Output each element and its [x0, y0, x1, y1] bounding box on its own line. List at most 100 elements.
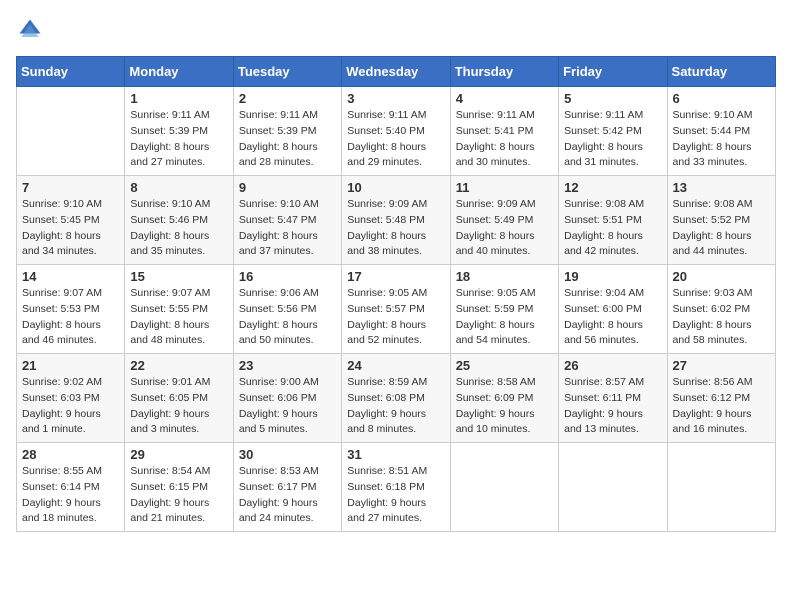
logo: [16, 16, 48, 44]
calendar-cell: 21 Sunrise: 9:02 AM Sunset: 6:03 PM Dayli…: [17, 354, 125, 443]
day-info: Sunrise: 9:04 AM Sunset: 6:00 PM Dayligh…: [564, 286, 661, 349]
day-info: Sunrise: 9:07 AM Sunset: 5:53 PM Dayligh…: [22, 286, 119, 349]
day-number: 19: [564, 269, 661, 284]
calendar-cell: 23 Sunrise: 9:00 AM Sunset: 6:06 PM Dayli…: [233, 354, 341, 443]
day-number: 13: [673, 180, 770, 195]
day-number: 4: [456, 91, 553, 106]
day-number: 5: [564, 91, 661, 106]
page-header: [16, 16, 776, 44]
weekday-monday: Monday: [125, 57, 233, 87]
week-row-1: 7 Sunrise: 9:10 AM Sunset: 5:45 PM Daylig…: [17, 176, 776, 265]
week-row-0: 1 Sunrise: 9:11 AM Sunset: 5:39 PM Daylig…: [17, 87, 776, 176]
weekday-header-row: SundayMondayTuesdayWednesdayThursdayFrid…: [17, 57, 776, 87]
day-number: 30: [239, 447, 336, 462]
calendar-cell: 28 Sunrise: 8:55 AM Sunset: 6:14 PM Dayli…: [17, 443, 125, 532]
day-number: 28: [22, 447, 119, 462]
day-info: Sunrise: 9:10 AM Sunset: 5:45 PM Dayligh…: [22, 197, 119, 260]
day-info: Sunrise: 9:01 AM Sunset: 6:05 PM Dayligh…: [130, 375, 227, 438]
calendar-table: SundayMondayTuesdayWednesdayThursdayFrid…: [16, 56, 776, 532]
calendar-cell: 4 Sunrise: 9:11 AM Sunset: 5:41 PM Daylig…: [450, 87, 558, 176]
day-info: Sunrise: 9:05 AM Sunset: 5:57 PM Dayligh…: [347, 286, 444, 349]
day-number: 7: [22, 180, 119, 195]
calendar-cell: 15Sunrise: 9:07 AM Sunset: 5:55 PM Dayli…: [125, 265, 233, 354]
day-number: 10: [347, 180, 444, 195]
day-number: 1: [130, 91, 227, 106]
logo-icon: [16, 16, 44, 44]
day-number: 23: [239, 358, 336, 373]
calendar-cell: 22Sunrise: 9:01 AM Sunset: 6:05 PM Dayli…: [125, 354, 233, 443]
calendar-cell: [559, 443, 667, 532]
day-info: Sunrise: 9:10 AM Sunset: 5:47 PM Dayligh…: [239, 197, 336, 260]
day-info: Sunrise: 8:51 AM Sunset: 6:18 PM Dayligh…: [347, 464, 444, 527]
day-info: Sunrise: 9:11 AM Sunset: 5:42 PM Dayligh…: [564, 108, 661, 171]
day-number: 6: [673, 91, 770, 106]
day-info: Sunrise: 9:03 AM Sunset: 6:02 PM Dayligh…: [673, 286, 770, 349]
calendar-cell: 27Sunrise: 8:56 AM Sunset: 6:12 PM Dayli…: [667, 354, 775, 443]
day-number: 31: [347, 447, 444, 462]
day-info: Sunrise: 8:54 AM Sunset: 6:15 PM Dayligh…: [130, 464, 227, 527]
calendar-cell: 17 Sunrise: 9:05 AM Sunset: 5:57 PM Dayli…: [342, 265, 450, 354]
day-number: 29: [130, 447, 227, 462]
calendar-cell: 14 Sunrise: 9:07 AM Sunset: 5:53 PM Dayli…: [17, 265, 125, 354]
day-number: 3: [347, 91, 444, 106]
weekday-thursday: Thursday: [450, 57, 558, 87]
day-info: Sunrise: 8:56 AM Sunset: 6:12 PM Dayligh…: [673, 375, 770, 438]
day-info: Sunrise: 9:11 AM Sunset: 5:41 PM Dayligh…: [456, 108, 553, 171]
calendar-cell: 8Sunrise: 9:10 AM Sunset: 5:46 PM Daylig…: [125, 176, 233, 265]
calendar-cell: 2Sunrise: 9:11 AM Sunset: 5:39 PM Daylig…: [233, 87, 341, 176]
day-info: Sunrise: 8:59 AM Sunset: 6:08 PM Dayligh…: [347, 375, 444, 438]
week-row-2: 14 Sunrise: 9:07 AM Sunset: 5:53 PM Dayli…: [17, 265, 776, 354]
weekday-friday: Friday: [559, 57, 667, 87]
calendar-cell: 10 Sunrise: 9:09 AM Sunset: 5:48 PM Dayli…: [342, 176, 450, 265]
calendar-cell: 31 Sunrise: 8:51 AM Sunset: 6:18 PM Dayli…: [342, 443, 450, 532]
day-info: Sunrise: 9:08 AM Sunset: 5:52 PM Dayligh…: [673, 197, 770, 260]
day-info: Sunrise: 9:05 AM Sunset: 5:59 PM Dayligh…: [456, 286, 553, 349]
calendar-cell: 3 Sunrise: 9:11 AM Sunset: 5:40 PM Daylig…: [342, 87, 450, 176]
day-info: Sunrise: 8:58 AM Sunset: 6:09 PM Dayligh…: [456, 375, 553, 438]
calendar-cell: 20 Sunrise: 9:03 AM Sunset: 6:02 PM Dayli…: [667, 265, 775, 354]
day-info: Sunrise: 9:00 AM Sunset: 6:06 PM Dayligh…: [239, 375, 336, 438]
calendar-cell: 30 Sunrise: 8:53 AM Sunset: 6:17 PM Dayli…: [233, 443, 341, 532]
calendar-cell: 19 Sunrise: 9:04 AM Sunset: 6:00 PM Dayli…: [559, 265, 667, 354]
calendar-cell: 11 Sunrise: 9:09 AM Sunset: 5:49 PM Dayli…: [450, 176, 558, 265]
day-number: 17: [347, 269, 444, 284]
day-info: Sunrise: 9:11 AM Sunset: 5:40 PM Dayligh…: [347, 108, 444, 171]
day-info: Sunrise: 8:55 AM Sunset: 6:14 PM Dayligh…: [22, 464, 119, 527]
day-info: Sunrise: 9:09 AM Sunset: 5:49 PM Dayligh…: [456, 197, 553, 260]
day-number: 15: [130, 269, 227, 284]
day-number: 9: [239, 180, 336, 195]
day-info: Sunrise: 8:53 AM Sunset: 6:17 PM Dayligh…: [239, 464, 336, 527]
day-number: 14: [22, 269, 119, 284]
week-row-4: 28 Sunrise: 8:55 AM Sunset: 6:14 PM Dayli…: [17, 443, 776, 532]
day-info: Sunrise: 9:10 AM Sunset: 5:44 PM Dayligh…: [673, 108, 770, 171]
weekday-sunday: Sunday: [17, 57, 125, 87]
day-info: Sunrise: 9:11 AM Sunset: 5:39 PM Dayligh…: [130, 108, 227, 171]
day-number: 20: [673, 269, 770, 284]
calendar-cell: 9 Sunrise: 9:10 AM Sunset: 5:47 PM Daylig…: [233, 176, 341, 265]
day-info: Sunrise: 8:57 AM Sunset: 6:11 PM Dayligh…: [564, 375, 661, 438]
calendar-cell: 25 Sunrise: 8:58 AM Sunset: 6:09 PM Dayli…: [450, 354, 558, 443]
day-number: 2: [239, 91, 336, 106]
day-info: Sunrise: 9:09 AM Sunset: 5:48 PM Dayligh…: [347, 197, 444, 260]
weekday-tuesday: Tuesday: [233, 57, 341, 87]
day-number: 25: [456, 358, 553, 373]
day-number: 21: [22, 358, 119, 373]
calendar-cell: 13 Sunrise: 9:08 AM Sunset: 5:52 PM Dayli…: [667, 176, 775, 265]
day-number: 16: [239, 269, 336, 284]
calendar-cell: 7 Sunrise: 9:10 AM Sunset: 5:45 PM Daylig…: [17, 176, 125, 265]
calendar-cell: 18 Sunrise: 9:05 AM Sunset: 5:59 PM Dayli…: [450, 265, 558, 354]
day-info: Sunrise: 9:10 AM Sunset: 5:46 PM Dayligh…: [130, 197, 227, 260]
week-row-3: 21 Sunrise: 9:02 AM Sunset: 6:03 PM Dayli…: [17, 354, 776, 443]
day-number: 18: [456, 269, 553, 284]
day-number: 12: [564, 180, 661, 195]
calendar-cell: 5 Sunrise: 9:11 AM Sunset: 5:42 PM Daylig…: [559, 87, 667, 176]
calendar-cell: [17, 87, 125, 176]
weekday-saturday: Saturday: [667, 57, 775, 87]
calendar-cell: 6 Sunrise: 9:10 AM Sunset: 5:44 PM Daylig…: [667, 87, 775, 176]
calendar-cell: 26Sunrise: 8:57 AM Sunset: 6:11 PM Dayli…: [559, 354, 667, 443]
day-info: Sunrise: 9:02 AM Sunset: 6:03 PM Dayligh…: [22, 375, 119, 438]
day-number: 24: [347, 358, 444, 373]
calendar-cell: [667, 443, 775, 532]
day-number: 11: [456, 180, 553, 195]
calendar-body: 1 Sunrise: 9:11 AM Sunset: 5:39 PM Daylig…: [17, 87, 776, 532]
